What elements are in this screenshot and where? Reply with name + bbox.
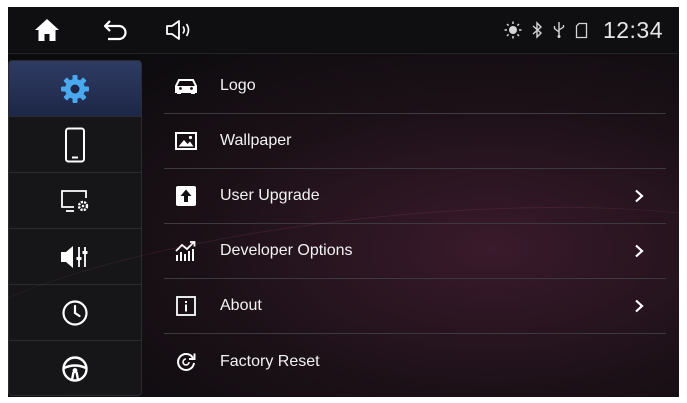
car-icon — [174, 74, 198, 98]
menu-item-wallpaper[interactable]: Wallpaper — [164, 114, 666, 169]
reset-icon — [174, 350, 198, 374]
settings-screen: 12:34 Logo Wallpaper User Upgrade Develo… — [8, 7, 679, 397]
image-icon — [174, 129, 198, 153]
brightness-icon — [504, 21, 522, 39]
sd-card-icon — [575, 22, 588, 39]
top-bar: 12:34 — [8, 7, 679, 54]
info-icon — [174, 294, 198, 318]
clock-icon — [60, 298, 90, 328]
upload-icon — [174, 184, 198, 208]
sidebar-item-display[interactable] — [9, 173, 141, 229]
menu-item-label: Developer Options — [220, 242, 353, 259]
sidebar-item-audio[interactable] — [9, 229, 141, 285]
speaker-icon[interactable] — [165, 15, 195, 45]
clock-time: 12:34 — [602, 16, 663, 43]
chart-icon — [174, 239, 198, 263]
menu-item-label: Wallpaper — [220, 132, 292, 149]
sidebar-item-phone[interactable] — [9, 117, 141, 173]
menu-item-about[interactable]: About — [164, 279, 666, 334]
steering-wheel-icon — [60, 354, 90, 384]
bluetooth-icon — [531, 21, 543, 39]
chevron-right-icon — [632, 244, 646, 258]
menu-item-label: Factory Reset — [220, 352, 320, 370]
chevron-right-icon — [632, 189, 646, 203]
sidebar-item-steering[interactable] — [9, 341, 141, 397]
menu-item-label: User Upgrade — [220, 187, 320, 204]
chevron-right-icon — [632, 299, 646, 313]
status-bar: 12:34 — [504, 7, 663, 53]
audio-eq-icon — [58, 243, 92, 271]
menu-item-label: About — [220, 297, 262, 314]
sidebar — [8, 60, 142, 396]
usb-icon — [552, 21, 566, 39]
menu-item-developer-options[interactable]: Developer Options — [164, 224, 666, 279]
menu-item-factory-reset[interactable]: Factory Reset — [164, 334, 666, 389]
menu-item-logo[interactable]: Logo — [164, 59, 666, 114]
settings-menu: Logo Wallpaper User Upgrade Developer Op… — [164, 59, 666, 389]
back-icon[interactable] — [101, 15, 131, 45]
sidebar-item-time[interactable] — [9, 285, 141, 341]
sidebar-item-general[interactable] — [9, 61, 141, 117]
gear-icon — [59, 73, 91, 105]
menu-item-user-upgrade[interactable]: User Upgrade — [164, 169, 666, 224]
phone-icon — [64, 127, 86, 163]
display-settings-icon — [58, 187, 92, 215]
menu-item-label: Logo — [220, 77, 256, 94]
home-icon[interactable] — [32, 15, 62, 45]
